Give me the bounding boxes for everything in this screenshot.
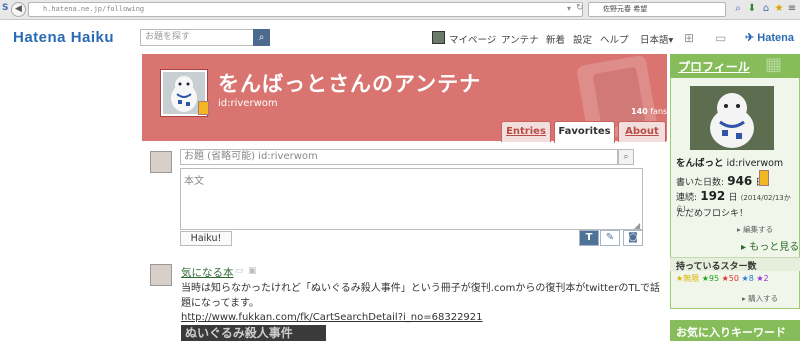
entry-link[interactable]: http://www.fukkan.com/fk/CartSearchDetai… xyxy=(181,312,483,323)
profile-days: 書いた日数: 946 日 xyxy=(676,174,765,188)
profile-message: ただめフロシキ！ xyxy=(676,209,749,219)
browser-search-text: 佐野元春 希望 xyxy=(603,5,648,13)
antenna-title: をんばっとさんのアンテナ xyxy=(218,72,482,96)
body-placeholder: 本文 xyxy=(184,176,204,187)
haiku-submit-button[interactable]: Haiku! xyxy=(180,231,232,246)
profile-header-deco-icon: ▦ xyxy=(765,54,783,75)
entry-image-text: ぬいぐるみ殺人事件 xyxy=(185,326,293,340)
fans-label: fans xyxy=(650,107,668,116)
star-counts: ★無限 ★95 ★50 ★8 ★2 xyxy=(676,273,769,284)
topic-search-placeholder: お題を探す xyxy=(145,32,191,42)
star-count-purple: ★2 xyxy=(756,274,769,283)
notification-icon[interactable]: ▭ xyxy=(715,31,726,45)
profile-name: をんばっと id:riverwom xyxy=(676,155,783,169)
search-icon[interactable]: ⌕ xyxy=(732,3,744,15)
profile-title-link[interactable]: プロフィール xyxy=(678,58,750,75)
buy-stars-link[interactable]: ▸ 購入する xyxy=(742,293,778,304)
reload-icon[interactable]: ↻ xyxy=(576,3,584,13)
topic-search-button[interactable]: ⌕ xyxy=(253,29,270,46)
fans-count[interactable]: 140 fans xyxy=(631,107,667,116)
nav-language-label: 日本語 xyxy=(640,35,669,46)
title-search-button[interactable]: ⌕ xyxy=(618,149,634,165)
brush-draw-icon[interactable]: ✎ xyxy=(600,230,620,246)
nav-mypage[interactable]: マイページ xyxy=(449,32,496,46)
download-icon[interactable]: ⬇ xyxy=(746,3,758,15)
fans-number: 140 xyxy=(631,107,648,116)
topic-search-input[interactable]: お題を探す xyxy=(140,29,254,46)
more-link-label: もっと見る xyxy=(749,242,800,253)
star-icon[interactable]: ★ xyxy=(773,3,785,15)
star-count-green: ★95 xyxy=(701,274,720,283)
star-count-infinite: 無限 xyxy=(683,274,700,283)
star-count-blue: ★8 xyxy=(741,274,754,283)
entry-image[interactable]: ぬいぐるみ殺人事件 xyxy=(181,325,326,341)
nav-new[interactable]: 新着 xyxy=(546,32,565,46)
back-arrow-icon[interactable]: ◀ xyxy=(11,2,26,17)
hatena-brand-link[interactable]: ✈ Hatena xyxy=(745,31,794,44)
streak-value: 192 xyxy=(700,189,726,203)
medal-badge-icon xyxy=(759,170,769,186)
chevron-down-icon: ▾ xyxy=(668,35,674,46)
profile-user-id: id:riverwom xyxy=(726,158,784,169)
medal-badge-icon xyxy=(198,101,209,115)
tab-favorites[interactable]: Favorites xyxy=(554,121,615,143)
tab-about[interactable]: About xyxy=(618,121,666,142)
comment-icon[interactable]: ▭ xyxy=(235,266,244,276)
nav-help[interactable]: ヘルプ xyxy=(600,32,629,46)
favorite-keywords-title[interactable]: お気に入りキーワード xyxy=(676,324,786,340)
body-textarea[interactable]: 本文 xyxy=(180,168,643,230)
hatena-brand-text: Hatena xyxy=(757,32,794,44)
image-icon[interactable]: ▣ xyxy=(248,266,257,276)
browser-search-field[interactable]: 佐野元春 希望 xyxy=(588,2,726,17)
sidebar-toggle-icon[interactable]: S xyxy=(2,3,10,17)
hatena-bird-icon: ✈ xyxy=(745,32,755,44)
hatena-haiku-logo[interactable]: Hatena Haiku xyxy=(13,29,114,46)
nav-antenna[interactable]: アンテナ xyxy=(501,32,539,46)
dropdown-arrow-icon[interactable]: ▾ xyxy=(567,4,571,13)
days-value: 946 xyxy=(727,174,753,188)
title-input[interactable]: お題 (省略可能) id:riverwom xyxy=(180,149,618,165)
entry-avatar[interactable] xyxy=(150,264,172,286)
profile-cat-image xyxy=(690,86,774,150)
buy-link-label: 購入する xyxy=(748,294,779,303)
profile-photo[interactable] xyxy=(690,86,774,150)
tab-entries[interactable]: Entries xyxy=(501,121,551,142)
logo-hatena-text: Hatena xyxy=(13,29,67,46)
nav-language[interactable]: 日本語▾ xyxy=(640,32,673,46)
profile-display-name: をんばっと xyxy=(676,158,724,169)
user-avatar-mini[interactable] xyxy=(432,31,445,44)
edit-profile-link[interactable]: ▸ 編集する xyxy=(737,224,773,235)
title-placeholder: お題 (省略可能) xyxy=(184,151,255,162)
streak-unit: 日 xyxy=(728,193,738,203)
menu-icon[interactable]: ≡ xyxy=(786,3,798,15)
search-icon: ⌕ xyxy=(623,152,629,162)
url-text: h.hatena.ne.jp/following xyxy=(43,5,145,13)
home-icon[interactable]: ⌂ xyxy=(760,3,772,15)
compose-avatar xyxy=(150,151,172,173)
apps-grid-icon[interactable]: ⊞ xyxy=(684,31,694,45)
edit-link-label: 編集する xyxy=(743,225,774,234)
more-link[interactable]: ▸ もっと見る xyxy=(741,238,799,253)
stars-title: 持っているスター数 xyxy=(676,262,757,272)
star-count-red: ★50 xyxy=(721,274,739,283)
logo-haiku-text: Haiku xyxy=(70,29,115,46)
streak-label: 連続: xyxy=(676,193,698,203)
antenna-user-id[interactable]: id:riverwom xyxy=(218,98,278,109)
camera-icon[interactable]: ◙ xyxy=(623,230,643,246)
nav-settings[interactable]: 設定 xyxy=(573,32,592,46)
entry-body-text: 当時は知らなかったけれど「ぬいぐるみ殺人事件」という冊子が復刊.comからの復刊… xyxy=(181,283,660,309)
days-label: 書いた日数: xyxy=(676,178,725,188)
search-icon: ⌕ xyxy=(258,32,265,43)
title-suffix: id:riverwom xyxy=(258,151,318,162)
entry-keyword-link[interactable]: 気になる本 xyxy=(181,265,234,280)
resize-handle-icon[interactable]: ◢ xyxy=(634,221,640,230)
url-bar[interactable]: h.hatena.ne.jp/following xyxy=(28,2,583,17)
text-mode-icon[interactable]: T xyxy=(579,230,599,246)
